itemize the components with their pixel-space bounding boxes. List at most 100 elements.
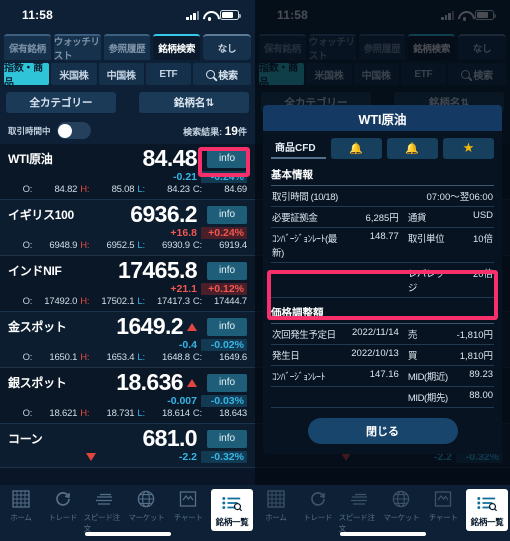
table-row[interactable]: イギリス100 6936.2 info +16.8 +0.24% O: 6948.…: [0, 200, 255, 256]
table-row: レバレッジ 20倍: [271, 263, 494, 298]
adj-conversion-rate-key: ｺﾝﾊﾞｰｼﾞｮﾝﾚｰﾄ: [272, 372, 326, 383]
leverage-value: 20倍: [472, 269, 494, 280]
ohlc-close-label: C:: [192, 296, 202, 307]
speed-icon: [350, 489, 370, 509]
quote-name: インドNIF: [8, 264, 62, 278]
modal-title: WTI原油: [263, 105, 502, 131]
tab-holdings[interactable]: 保有銘柄: [4, 34, 51, 60]
info-button[interactable]: info: [207, 261, 247, 280]
nav-market-label: マーケット: [128, 513, 165, 522]
nav-symbol-list[interactable]: 銘柄一覧: [466, 489, 508, 531]
tab-none[interactable]: なし: [203, 34, 251, 60]
quote-price: 6936.2: [130, 201, 197, 227]
category-etf[interactable]: ETF: [145, 63, 191, 85]
info-button[interactable]: info: [207, 205, 247, 224]
occurrence-value: 2022/10/13: [351, 348, 399, 359]
tab-watchlist[interactable]: ウォッチリスト: [53, 34, 101, 62]
globe-icon: [136, 489, 156, 509]
ohlc-open-value: 1650.1: [49, 352, 78, 363]
nav-home[interactable]: ホーム: [0, 489, 42, 523]
search-button[interactable]: 検索: [193, 63, 251, 85]
category-bar: 指数・商品 米国株 中国株 ETF 検索: [0, 60, 255, 89]
mid-near-key: MID(期近): [407, 372, 448, 383]
next-occurrence-key: 次回発生予定日: [272, 330, 336, 341]
close-button[interactable]: 閉じる: [307, 418, 458, 444]
table-row[interactable]: 銀スポット 18.636 info -0.007 -0.03% O: 18.621…: [0, 368, 255, 424]
quote-price: 84.48: [142, 145, 197, 171]
table-row: ｺﾝﾊﾞｰｼﾞｮﾝﾚｰﾄ 147.16 MID(期近) 89.23: [271, 366, 494, 387]
ohlc-low-value: 84.23: [167, 184, 190, 195]
ohlc-open-label: O:: [22, 184, 33, 195]
table-row[interactable]: WTI原油 84.48 info -0.21 -0.24% O:84.82 H:…: [0, 144, 255, 200]
nav-market[interactable]: マーケット: [380, 489, 422, 523]
ohlc-close-label: C:: [192, 240, 202, 251]
mid-far-key: MID(期先): [407, 393, 448, 404]
tab-search[interactable]: 銘柄検索: [153, 34, 200, 60]
nav-symbol-list[interactable]: 銘柄一覧: [211, 489, 253, 531]
info-button[interactable]: info: [207, 429, 247, 448]
info-button[interactable]: info: [207, 317, 247, 336]
table-row[interactable]: インドNIF 17465.8 info +21.1 +0.12% O: 17492…: [0, 256, 255, 312]
occurrence-key: 発生日: [272, 351, 300, 362]
quote-change-pct: +0.12%: [201, 283, 247, 295]
adj-conversion-rate-value: 147.16: [369, 369, 399, 380]
trading-hours-toggle-group[interactable]: 取引時間中: [8, 122, 91, 139]
phone-right: 11:58 保有銘柄 ウォッチリスト 参照履歴 銘柄検索 なし 指数・商品 米国…: [255, 0, 510, 541]
all-category-button[interactable]: 全カテゴリー: [6, 92, 116, 113]
trading-hours-switch[interactable]: [56, 122, 91, 139]
symbol-detail-modal: WTI原油 商品CFD 🔔 🔔 ★ 基本情報 取引時間 (10/18) 07:0…: [263, 105, 502, 454]
table-row: MID(期先) 88.00: [271, 387, 494, 408]
quote-price: 18.636: [116, 369, 183, 395]
nav-home[interactable]: ホーム: [255, 489, 297, 523]
nav-symbol-list-label: 銘柄一覧: [470, 516, 504, 527]
nav-trade[interactable]: トレード: [42, 489, 84, 523]
basic-info-heading: 基本情報: [271, 166, 494, 186]
table-row[interactable]: コーン 681.0 info -2.2 -0.32%: [0, 424, 255, 468]
trading-hours-value: 07:00〜翌06:00: [426, 192, 493, 203]
margin-key: 必要証拠金: [272, 213, 318, 224]
info-button[interactable]: info: [207, 373, 247, 392]
sell-value: -1,810円: [456, 330, 494, 341]
quote-change: -0.4: [178, 339, 197, 351]
bottom-nav-bar: ホーム トレード スピード注文 マーケット チャート 銘柄一覧: [0, 485, 255, 541]
empty-key: [271, 263, 348, 297]
ohlc-low-label: L:: [137, 408, 145, 419]
margin-value: 6,285円: [365, 213, 399, 224]
ohlc-high-label: H:: [80, 296, 90, 307]
conversion-rate-key: ｺﾝﾊﾞｰｼﾞｮﾝﾚｰﾄ(最新): [272, 234, 337, 259]
tab-history[interactable]: 参照履歴: [103, 34, 151, 60]
alert-settings-button[interactable]: 🔔: [386, 137, 438, 159]
globe-icon: [391, 489, 411, 509]
battery-icon: [220, 10, 241, 20]
ohlc-high-label: H:: [80, 352, 90, 363]
quote-ohlc: O: 6948.9 H: 6952.5 L: 6930.9 C: 6919.4: [8, 240, 248, 251]
alert-button[interactable]: 🔔: [330, 137, 382, 159]
mid-near-value: 89.23: [469, 369, 494, 380]
category-index-commodity[interactable]: 指数・商品: [4, 63, 50, 89]
nav-speed-order[interactable]: スピード注文: [339, 489, 381, 534]
quote-ohlc: O: 18.621 H: 18.731 L: 18.614 C: 18.643: [8, 408, 248, 419]
cellular-signal-icon: [186, 10, 199, 20]
nav-market[interactable]: マーケット: [125, 489, 167, 523]
category-cn-stock[interactable]: 中国株: [98, 63, 144, 85]
nav-chart[interactable]: チャート: [422, 489, 464, 523]
chart-icon: [178, 489, 198, 509]
ohlc-close-label: C:: [192, 352, 202, 363]
nav-speed-order[interactable]: スピード注文: [84, 489, 126, 534]
ohlc-low-label: L:: [137, 296, 145, 307]
nav-chart[interactable]: チャート: [167, 489, 209, 523]
favorite-button[interactable]: ★: [442, 137, 494, 159]
quote-list: WTI原油 84.48 info -0.21 -0.24% O:84.82 H:…: [0, 144, 255, 468]
nav-speed-order-label: スピード注文: [83, 513, 120, 533]
sort-by-name-button[interactable]: 銘柄名⇅: [139, 92, 249, 113]
quote-change-pct: -0.32%: [201, 451, 247, 463]
nav-trade[interactable]: トレード: [297, 489, 339, 523]
category-us-stock[interactable]: 米国株: [51, 63, 97, 85]
result-count-prefix: 検索結果:: [183, 126, 223, 137]
table-row[interactable]: 金スポット 1649.2 info -0.4 -0.02% O: 1650.1 H…: [0, 312, 255, 368]
nav-speed-order-label: スピード注文: [338, 513, 375, 533]
ohlc-close-value: 6919.4: [219, 240, 247, 251]
quote-change-pct: -0.03%: [201, 395, 247, 407]
quote-change-pct: -0.02%: [201, 339, 247, 351]
ohlc-open-label: O:: [22, 240, 33, 251]
